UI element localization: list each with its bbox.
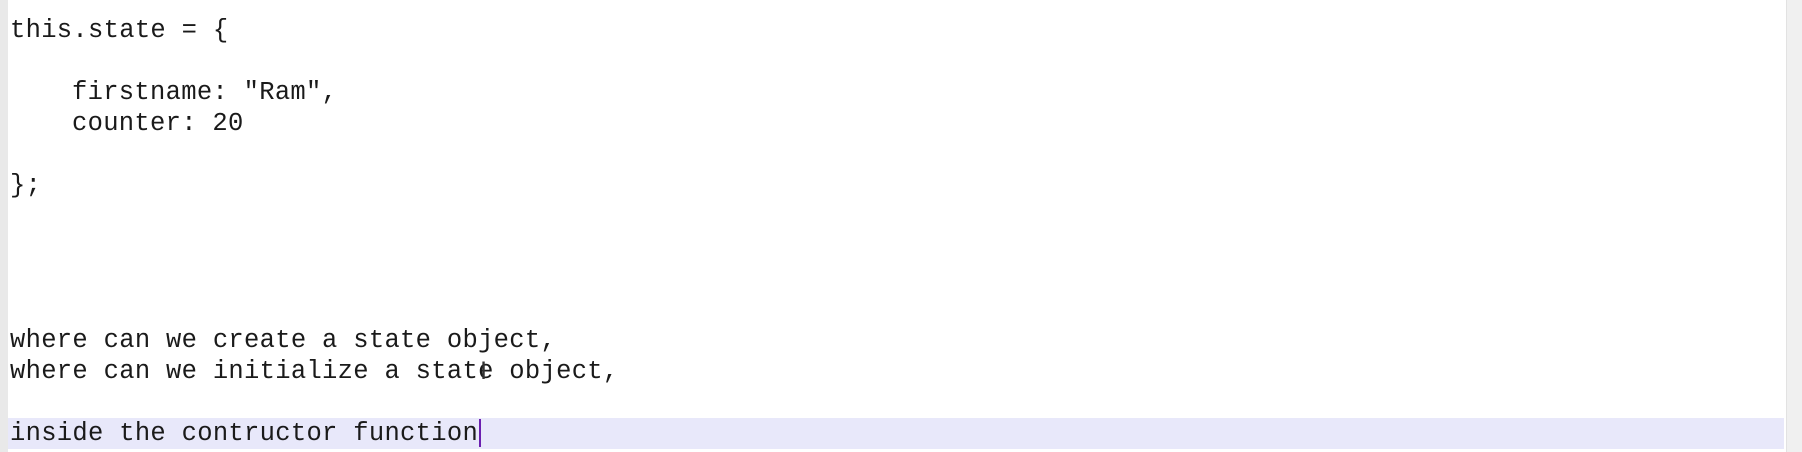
text-line[interactable]: where can we initialize a state object, I [10, 356, 1784, 387]
code-line[interactable] [10, 201, 1784, 232]
code-line[interactable] [10, 232, 1784, 263]
text-line-content: where can we initialize a state object, [10, 357, 619, 386]
code-line[interactable]: this.state = { [10, 15, 1784, 46]
current-line[interactable]: inside the contructor function [8, 418, 1784, 449]
text-line[interactable]: where can we create a state object, [10, 325, 1784, 356]
editor-text-area[interactable]: this.state = { firstname: "Ram", counter… [8, 15, 1784, 452]
code-line[interactable] [10, 139, 1784, 170]
code-line[interactable]: firstname: "Ram", [10, 77, 1784, 108]
text-editor[interactable]: this.state = { firstname: "Ram", counter… [0, 0, 1802, 452]
code-line[interactable] [10, 263, 1784, 294]
editor-gutter [0, 0, 8, 452]
vertical-scrollbar[interactable] [1786, 0, 1802, 452]
current-line-text: inside the contructor function [10, 419, 479, 448]
code-line[interactable] [10, 46, 1784, 77]
text-caret [479, 419, 482, 448]
code-line[interactable]: }; [10, 170, 1784, 201]
text-line[interactable] [10, 387, 1784, 418]
code-line[interactable] [10, 294, 1784, 325]
code-line[interactable]: counter: 20 [10, 108, 1784, 139]
